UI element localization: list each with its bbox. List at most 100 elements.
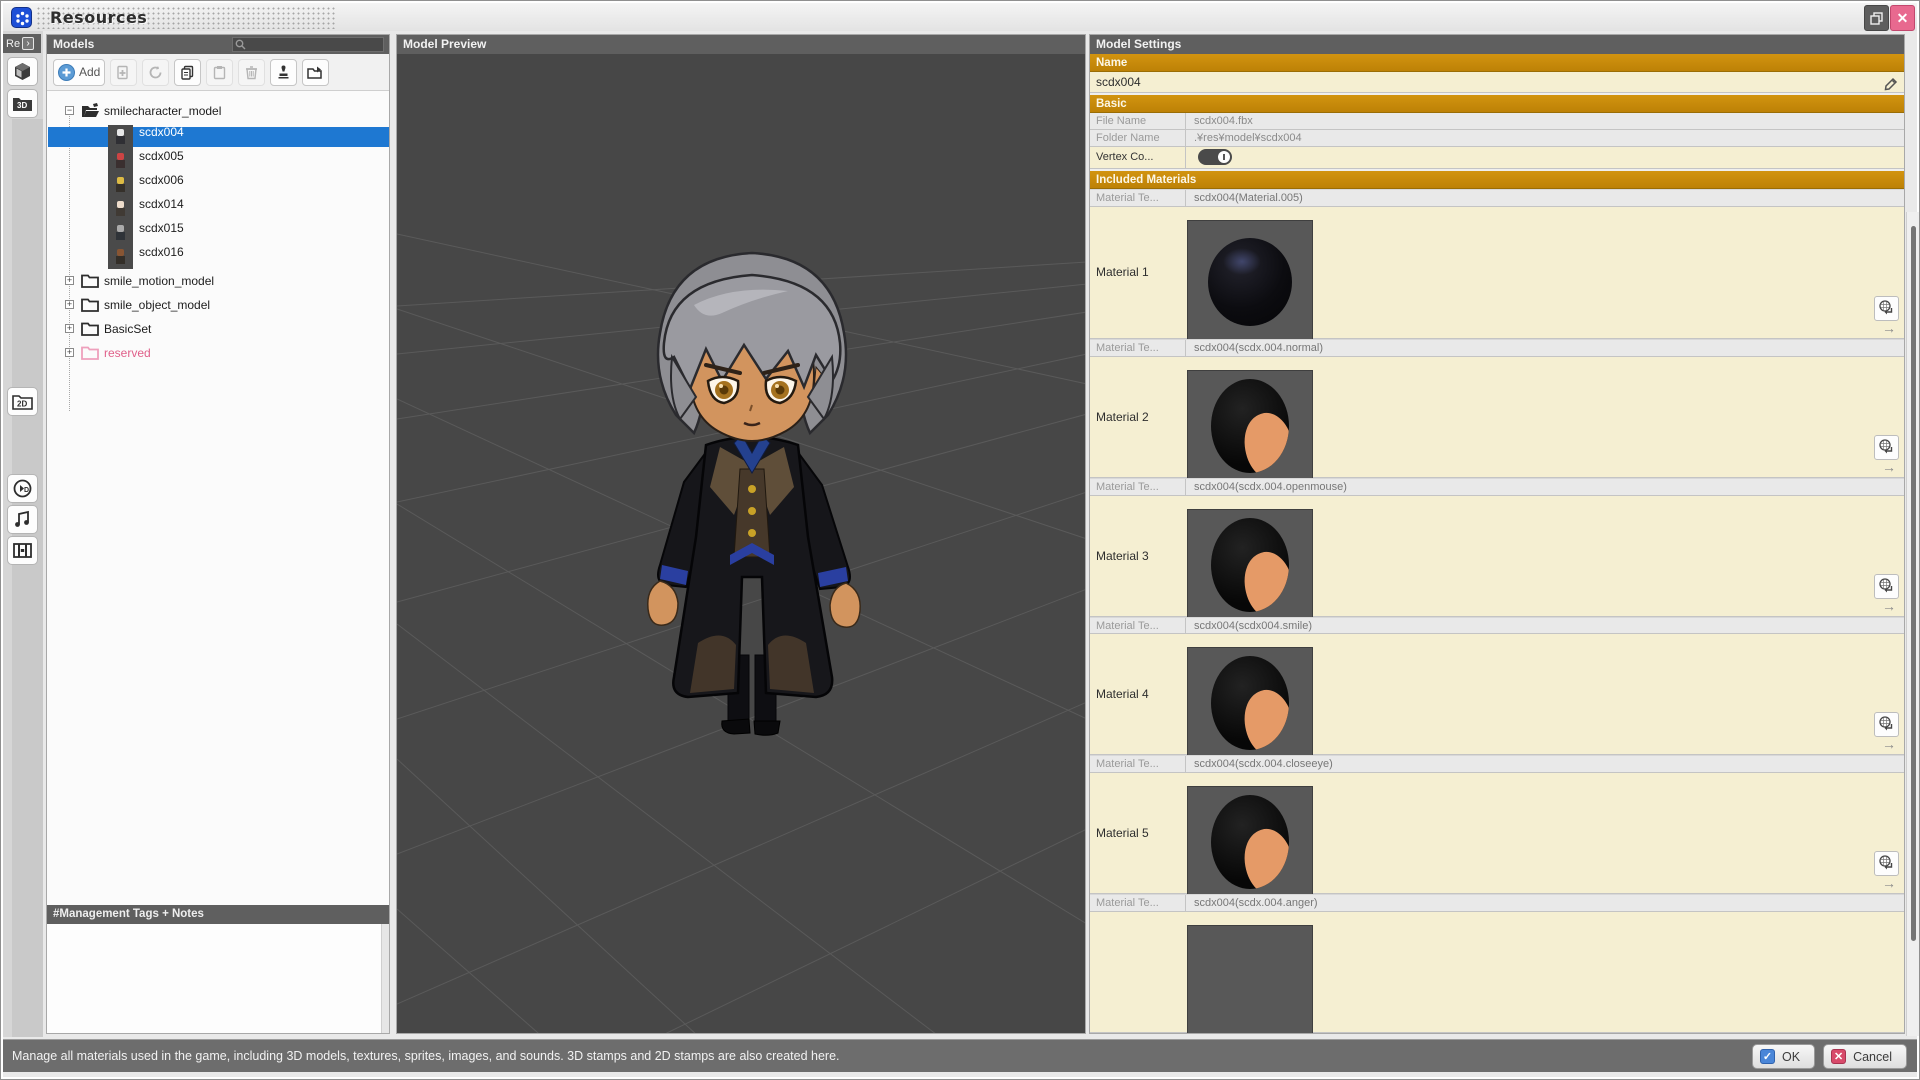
- expand-icon[interactable]: +: [65, 300, 74, 309]
- sidebar-strip: [12, 119, 43, 1037]
- tree-item-scdx015[interactable]: scdx015: [47, 221, 389, 245]
- app-icon: [11, 7, 32, 28]
- tree-item-basicset[interactable]: + BasicSet: [47, 317, 389, 341]
- film-strip-icon[interactable]: [7, 536, 38, 565]
- window-close-button[interactable]: ✕: [1890, 5, 1915, 31]
- file-name-row: File Name scdx004.fbx: [1090, 113, 1904, 130]
- tree-item-scdx016[interactable]: scdx016: [47, 245, 389, 269]
- expand-icon[interactable]: +: [65, 276, 74, 285]
- stamp-icon: [276, 65, 291, 80]
- sphere-reload-icon: [1878, 578, 1895, 595]
- material-label: Material 2: [1090, 357, 1186, 477]
- material-texture-value: scdx004(scdx.004.openmouse): [1186, 479, 1904, 495]
- tree-item-smile-motion-model[interactable]: + smile_motion_model: [47, 269, 389, 293]
- section-basic: Basic: [1090, 95, 1904, 113]
- material-row-3: Material 3 →: [1090, 496, 1904, 617]
- material-preview-thumbnail: [1187, 925, 1313, 1034]
- material-texture-value: scdx004(scdx.004.anger): [1186, 895, 1904, 911]
- tree-icon-strip: [108, 125, 133, 269]
- category-sidebar: Re › 3D 2D D: [3, 31, 43, 1037]
- tree-item-scdx014[interactable]: scdx014: [47, 197, 389, 221]
- tree-item-reserved[interactable]: + reserved: [47, 341, 389, 365]
- models-panel-header: Models: [47, 35, 389, 54]
- edit-pen-icon[interactable]: [1884, 77, 1898, 91]
- cancel-button-label: Cancel: [1853, 1050, 1892, 1064]
- window-restore-button[interactable]: [1864, 5, 1889, 31]
- material-texture-row: Material Te... scdx004(scdx004.smile): [1090, 617, 1904, 635]
- tree-item-label: smile_object_model: [104, 298, 210, 312]
- ok-button-label: OK: [1782, 1050, 1800, 1064]
- model-preview-header: Model Preview: [397, 35, 1085, 54]
- music-note-icon[interactable]: [7, 505, 38, 534]
- paste-button[interactable]: [206, 59, 233, 86]
- material-detail-arrow[interactable]: →: [1882, 322, 1899, 334]
- tree-item-scdx005[interactable]: scdx005: [47, 149, 389, 173]
- tree-item-scdx004[interactable]: scdx004: [47, 125, 389, 149]
- expand-icon[interactable]: +: [65, 348, 74, 357]
- character-sprite-icon: [115, 225, 126, 241]
- statusbar-message: Manage all materials used in the game, i…: [12, 1049, 840, 1063]
- model-preview-viewport[interactable]: [397, 54, 1085, 1033]
- settings-scrollbar-thumb[interactable]: [1911, 226, 1916, 941]
- material-assign-button[interactable]: [1874, 574, 1899, 599]
- tree-item-scdx006[interactable]: scdx006: [47, 173, 389, 197]
- management-tags-notes-area[interactable]: [47, 924, 381, 1033]
- material-texture-row: Material Te... scdx004(Material.005): [1090, 189, 1904, 207]
- folder-icon-pink: [81, 345, 99, 360]
- add-button[interactable]: Add: [53, 59, 105, 86]
- stamp-button[interactable]: [270, 59, 297, 86]
- models-panel: Models Add: [46, 34, 390, 1034]
- material-texture-label: Material Te...: [1090, 190, 1186, 206]
- settings-scrollbar-track[interactable]: [1906, 212, 1919, 1036]
- collapsed-tab-label: Re: [6, 38, 20, 50]
- trash-icon: [244, 65, 259, 80]
- material-detail-arrow[interactable]: →: [1882, 877, 1899, 889]
- material-detail-arrow[interactable]: →: [1882, 738, 1899, 750]
- name-value[interactable]: scdx004: [1090, 72, 1904, 92]
- media-play-icon[interactable]: D: [7, 474, 38, 503]
- delete-button[interactable]: [238, 59, 265, 86]
- titlebar[interactable]: Resources ✕: [3, 3, 1917, 31]
- window-title: Resources: [50, 6, 147, 29]
- material-texture-row: Material Te... scdx004(scdx.004.closeeye…: [1090, 755, 1904, 773]
- material-detail-arrow[interactable]: →: [1882, 600, 1899, 612]
- add-to-group-button[interactable]: [110, 59, 137, 86]
- material-assign-button[interactable]: [1874, 851, 1899, 876]
- search-icon: [235, 39, 246, 50]
- folder-2d-icon[interactable]: 2D: [7, 387, 38, 416]
- tree-item-label: BasicSet: [104, 322, 151, 336]
- cancel-button[interactable]: ✕ Cancel: [1823, 1044, 1907, 1069]
- export-folder-button[interactable]: [302, 59, 329, 86]
- ok-check-icon: ✓: [1760, 1049, 1775, 1064]
- add-button-label: Add: [79, 65, 100, 79]
- material-row-4: Material 4 →: [1090, 634, 1904, 755]
- tree-item-smile-object-model[interactable]: + smile_object_model: [47, 293, 389, 317]
- name-field-row[interactable]: scdx004: [1090, 72, 1904, 93]
- expand-icon[interactable]: +: [65, 324, 74, 333]
- duplicate-button[interactable]: [174, 59, 201, 86]
- ok-button[interactable]: ✓ OK: [1752, 1044, 1815, 1069]
- tree-item-label: smilecharacter_model: [104, 104, 221, 118]
- tree-scrollbar[interactable]: [381, 924, 389, 1033]
- refresh-button[interactable]: [142, 59, 169, 86]
- section-name: Name: [1090, 54, 1904, 72]
- open-folder-icon: [81, 103, 100, 119]
- material-detail-arrow[interactable]: →: [1882, 461, 1899, 473]
- models-search-box[interactable]: [232, 37, 384, 52]
- svg-text:2D: 2D: [17, 400, 27, 409]
- tree-item-label: scdx005: [139, 149, 184, 163]
- search-input[interactable]: [246, 39, 376, 50]
- folder-3d-icon[interactable]: 3D: [7, 89, 38, 118]
- models-toolbar: Add: [47, 54, 389, 91]
- material-assign-button[interactable]: [1874, 435, 1899, 460]
- vertex-color-toggle[interactable]: [1198, 149, 1232, 165]
- material-assign-button[interactable]: [1874, 296, 1899, 321]
- material-sphere-preview: [1211, 518, 1289, 612]
- tree-item-root[interactable]: − smilecharacter_model: [47, 99, 389, 123]
- material-texture-label: Material Te...: [1090, 618, 1186, 634]
- collapse-icon[interactable]: −: [65, 106, 74, 115]
- collapsed-resources-tab[interactable]: Re ›: [3, 34, 41, 53]
- material-preview-thumbnail: [1187, 509, 1313, 621]
- material-assign-button[interactable]: [1874, 712, 1899, 737]
- stamp-cube-icon[interactable]: [7, 57, 38, 86]
